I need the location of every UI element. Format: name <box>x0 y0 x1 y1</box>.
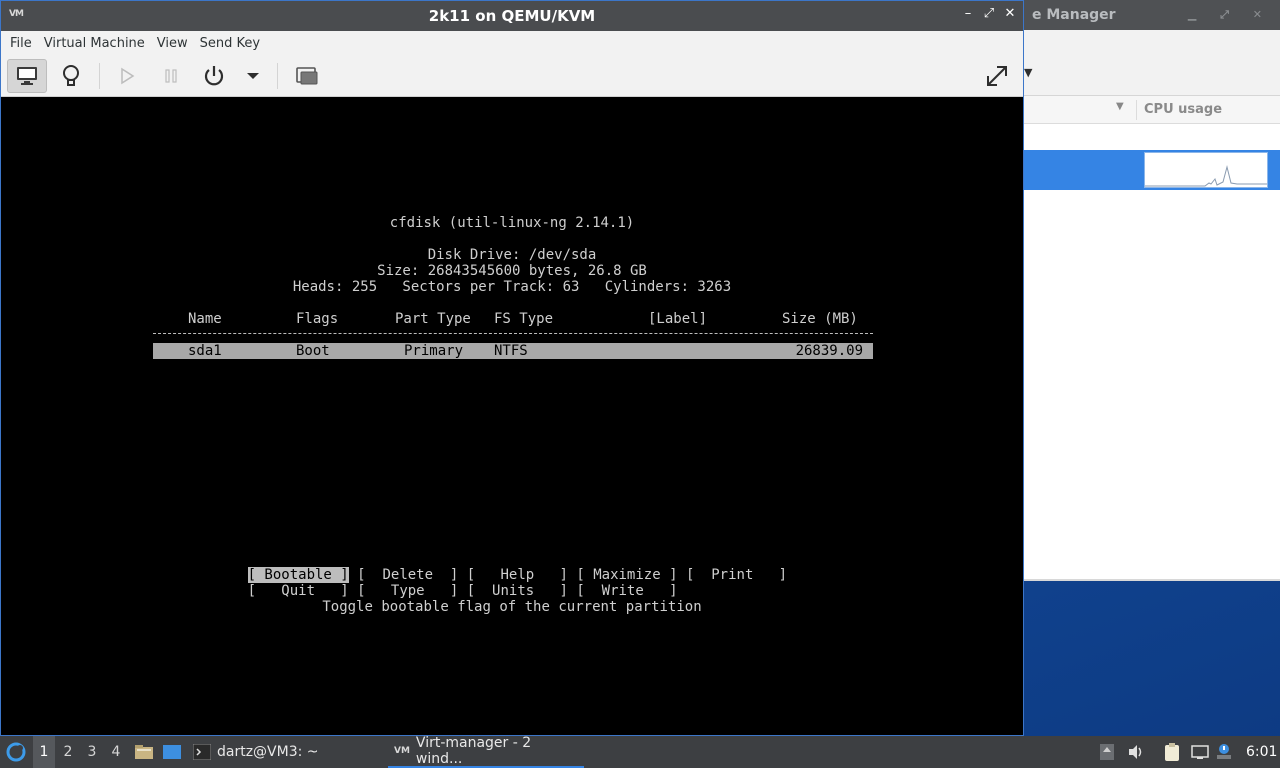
show-desktop-launcher[interactable] <box>162 736 182 768</box>
window-title: 2k11 on QEMU/KVM <box>428 7 596 25</box>
taskbar: 1 2 3 4 dartz@VM3: ~ VM Virt-manager - 2… <box>0 735 1280 768</box>
partition-size: 26839.09 <box>795 343 863 359</box>
menu-file[interactable]: File <box>4 36 38 51</box>
power-icon <box>204 66 224 86</box>
vm-list-row-selected[interactable] <box>1022 150 1280 190</box>
taskbar-item-virt-manager[interactable]: VM Virt-manager - 2 wind... <box>388 735 584 768</box>
menu-virtual-machine[interactable]: Virtual Machine <box>38 36 151 51</box>
disk-size-line: Size: 26843545600 bytes, 26.8 GB <box>377 263 647 279</box>
background-window-titlebar[interactable]: e Manager ▁ ⤢ ✕ <box>1022 0 1280 30</box>
chevron-down-icon[interactable]: ▼ <box>1024 66 1032 79</box>
partition-table-header: Name Flags Part Type FS Type [Label] Siz… <box>153 311 873 327</box>
taskbar-item-virt-manager-label: Virt-manager - 2 wind... <box>415 735 532 767</box>
header-divider <box>153 333 873 334</box>
desktop-icon <box>163 745 181 759</box>
close-icon[interactable]: ✕ <box>1001 6 1019 21</box>
show-details-button[interactable] <box>51 59 91 93</box>
clock[interactable]: 6:01 <box>1246 736 1277 768</box>
minimize-icon[interactable]: – <box>959 6 977 21</box>
command-type[interactable]: [ Type ] <box>357 583 458 599</box>
workspace-3[interactable]: 3 <box>81 736 103 768</box>
window-titlebar[interactable]: VM 2k11 on QEMU/KVM – ⤢ ✕ <box>1 1 1023 31</box>
background-window-controls[interactable]: ▁ ⤢ ✕ <box>1188 0 1272 30</box>
command-help-text: Toggle bootable flag of the current part… <box>322 599 702 615</box>
menu-send-key[interactable]: Send Key <box>194 36 266 51</box>
column-size: Size (MB) <box>782 311 858 327</box>
command-quit[interactable]: [ Quit ] <box>248 583 349 599</box>
play-icon <box>121 67 135 85</box>
menubar: File Virtual Machine View Send Key <box>1 31 1023 55</box>
taskbar-item-terminal-label: dartz@VM3: ~ <box>217 744 319 760</box>
partition-row-selected[interactable]: sda1 Boot Primary NTFS 26839.09 <box>153 343 873 359</box>
maximize-icon[interactable]: ⤢ <box>980 6 998 21</box>
column-separator <box>1136 100 1137 120</box>
cpu-usage-column-header[interactable]: CPU usage <box>1144 102 1222 117</box>
folder-icon <box>135 745 153 759</box>
virt-manager-app-icon: VM <box>394 746 410 756</box>
background-window-bottom-edge <box>1022 579 1280 581</box>
shutdown-menu-button[interactable] <box>233 59 273 93</box>
sort-arrow-icon[interactable]: ▼ <box>1116 101 1124 112</box>
column-fs-type: FS Type <box>494 311 554 327</box>
workspace-4[interactable]: 4 <box>105 736 127 768</box>
background-virt-manager-window[interactable]: e Manager ▁ ⤢ ✕ ▼ ▼ CPU usage <box>1022 0 1280 581</box>
partition-name: sda1 <box>188 343 222 359</box>
clipboard-icon <box>1165 743 1179 761</box>
fullscreen-button[interactable] <box>977 59 1017 93</box>
background-menubar <box>1022 30 1280 54</box>
file-manager-launcher[interactable] <box>134 736 154 768</box>
start-menu-button[interactable] <box>5 736 27 768</box>
tray-network[interactable] <box>1191 736 1209 768</box>
shutdown-button[interactable] <box>194 59 234 93</box>
monitor-icon <box>17 67 37 85</box>
notification-icon <box>1217 744 1231 759</box>
vm-list-header: ▼ CPU usage <box>1022 96 1280 124</box>
pause-icon <box>165 69 177 83</box>
toolbar-separator <box>277 63 278 89</box>
column-flags: Flags <box>296 311 339 327</box>
run-button[interactable] <box>107 59 147 93</box>
partition-type: Primary <box>404 343 464 359</box>
disk-drive-line: Disk Drive: /dev/sda <box>427 247 597 263</box>
vm-console-window[interactable]: VM 2k11 on QEMU/KVM – ⤢ ✕ File Virtual M… <box>0 0 1024 736</box>
network-icon <box>1191 745 1209 759</box>
tray-updates[interactable] <box>1099 736 1115 768</box>
snapshots-button[interactable] <box>287 59 327 93</box>
column-part-type: Part Type <box>395 311 471 327</box>
terminal-icon <box>193 744 211 760</box>
cfdisk-title: cfdisk (util-linux-ng 2.14.1) <box>389 215 635 231</box>
speaker-icon <box>1129 745 1142 759</box>
command-units[interactable]: [ Units ] <box>467 583 568 599</box>
vm-console-display[interactable]: cfdisk (util-linux-ng 2.14.1) Disk Drive… <box>1 97 1023 735</box>
fullscreen-icon <box>987 66 1007 86</box>
updates-icon <box>1100 744 1114 760</box>
distro-logo-icon <box>6 742 26 762</box>
column-name: Name <box>188 311 222 327</box>
disk-geometry-line: Heads: 255 Sectors per Track: 63 Cylinde… <box>292 279 732 295</box>
column-label: [Label] <box>648 311 708 327</box>
pause-button[interactable] <box>151 59 191 93</box>
tray-notifications[interactable] <box>1215 736 1233 768</box>
cpu-usage-graph <box>1144 152 1268 188</box>
background-toolbar: ▼ <box>1022 54 1280 96</box>
taskbar-item-terminal[interactable]: dartz@VM3: ~ <box>193 736 319 768</box>
screenshot-icon <box>296 67 318 85</box>
toolbar <box>1 55 1023 97</box>
workspace-2[interactable]: 2 <box>57 736 79 768</box>
vm-list-row[interactable] <box>1022 124 1280 150</box>
show-console-button[interactable] <box>7 59 47 93</box>
workspace-1[interactable]: 1 <box>33 736 55 768</box>
background-window-title: e Manager <box>1032 7 1116 23</box>
command-print[interactable]: [ Print ] <box>686 567 787 583</box>
menu-view[interactable]: View <box>151 36 194 51</box>
partition-flags: Boot <box>296 343 330 359</box>
toolbar-separator <box>99 63 100 89</box>
command-write[interactable]: [ Write ] <box>576 583 677 599</box>
tray-volume[interactable] <box>1127 736 1145 768</box>
partition-fs-type: NTFS <box>494 343 528 359</box>
lightbulb-icon <box>63 65 79 86</box>
dropdown-arrow-icon <box>247 73 259 79</box>
tray-clipboard[interactable] <box>1163 736 1181 768</box>
